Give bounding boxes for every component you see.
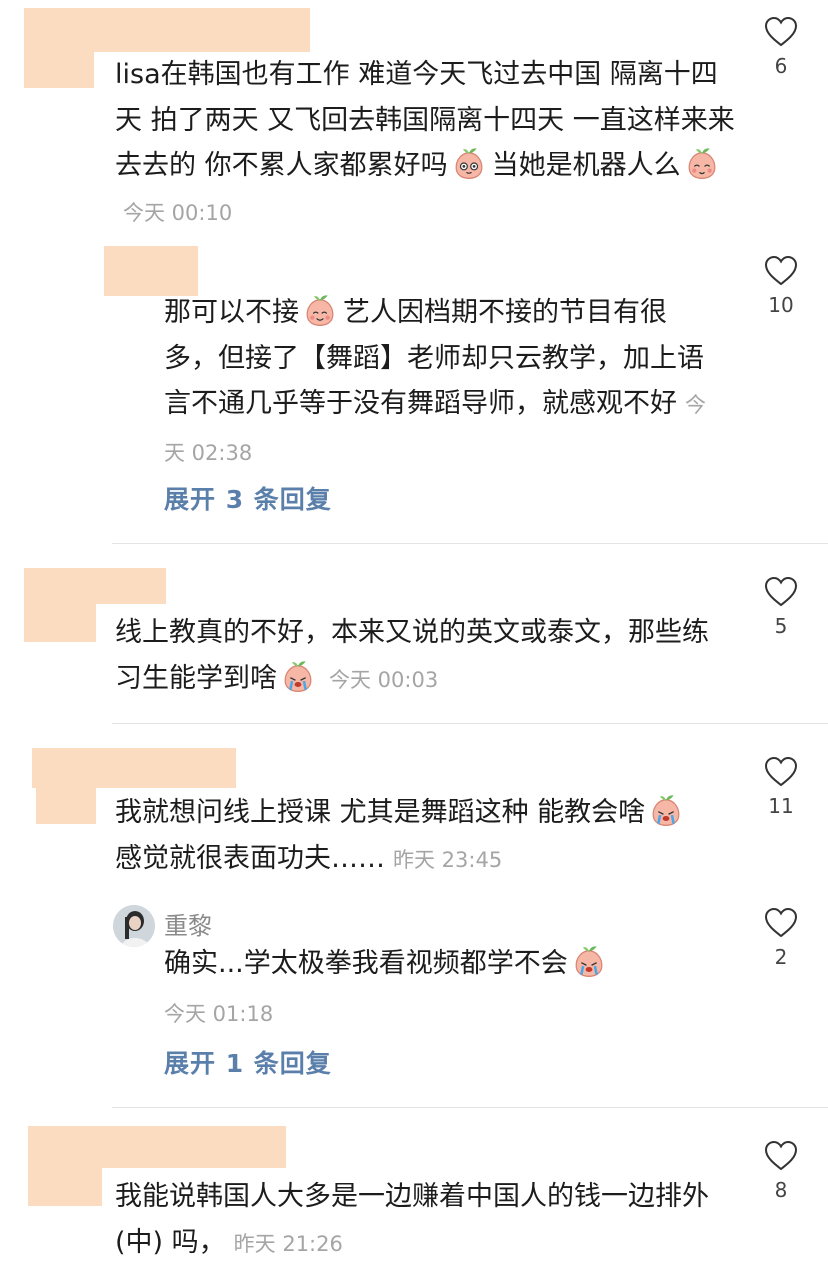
comment-text: 确实...学太极拳我看视频都学不会 <box>164 941 724 987</box>
avatar[interactable] <box>113 905 155 947</box>
divider <box>112 1107 828 1108</box>
like-count: 8 <box>774 1178 788 1202</box>
comment-timestamp: 昨天 21:26 <box>233 1231 343 1256</box>
peach-crying-emoji <box>572 944 606 978</box>
like-button[interactable]: 10 <box>751 255 811 317</box>
like-button[interactable]: 8 <box>751 1140 811 1202</box>
heart-icon <box>764 255 798 286</box>
heart-icon <box>764 907 798 938</box>
heart-icon <box>764 16 798 47</box>
like-count: 5 <box>774 614 788 638</box>
peach-big-eyes-emoji <box>452 146 486 180</box>
redacted-username <box>32 748 236 788</box>
comment-timestamp: 今天 00:03 <box>329 667 439 692</box>
redacted-avatar <box>104 246 198 296</box>
redacted-username <box>24 568 166 604</box>
expand-replies-link[interactable]: 展开 1 条回复 <box>164 1044 332 1080</box>
redacted-avatar <box>24 52 94 88</box>
peach-smile-emoji <box>303 293 337 327</box>
like-button[interactable]: 11 <box>751 756 811 818</box>
comment-timestamp: 昨天 23:45 <box>393 847 503 872</box>
like-button[interactable]: 6 <box>751 16 811 78</box>
redacted-avatar <box>24 604 96 642</box>
like-button[interactable]: 5 <box>751 576 811 638</box>
heart-icon <box>764 756 798 787</box>
redacted-username <box>28 1126 286 1168</box>
comment-text: 我能说韩国人大多是一边赚着中国人的钱一边排外 (中) 吗， 昨天 21:26 <box>115 1181 709 1258</box>
redacted-avatar <box>36 788 96 824</box>
divider <box>112 723 828 724</box>
peach-crying-emoji <box>281 659 315 693</box>
comment-timestamp: 今天 00:10 <box>123 200 233 225</box>
like-count: 11 <box>768 794 794 818</box>
comment-timestamp: 今天 01:18 <box>164 1002 274 1026</box>
redacted-username <box>24 8 310 52</box>
comment-text: 那可以不接 艺人因档期不接的节目有很多，但接了【舞蹈】老师却只云教学，加上语言不通… <box>164 290 719 476</box>
peach-shy-emoji <box>685 146 719 180</box>
peach-crying-emoji <box>649 793 683 827</box>
comment-text: 线上教真的不好，本来又说的英文或泰文，那些练习生能学到啥 今天 00:03 <box>115 617 709 694</box>
username[interactable]: 重黎 <box>164 906 212 941</box>
divider <box>112 543 828 544</box>
comment-text: 我就想问线上授课 尤其是舞蹈这种 能教会啥 感觉就很表面功夫…… 昨天 23:45 <box>115 790 735 883</box>
like-count: 2 <box>774 945 788 969</box>
heart-icon <box>764 576 798 607</box>
redacted-avatar <box>28 1168 102 1206</box>
like-count: 10 <box>768 293 794 317</box>
comment-text: lisa在韩国也有工作 难道今天飞过去中国 隔离十四天 拍了两天 又飞回去韩国隔… <box>115 59 735 225</box>
like-count: 6 <box>774 54 788 78</box>
like-button[interactable]: 2 <box>751 907 811 969</box>
heart-icon <box>764 1140 798 1171</box>
expand-replies-link[interactable]: 展开 3 条回复 <box>164 480 332 516</box>
